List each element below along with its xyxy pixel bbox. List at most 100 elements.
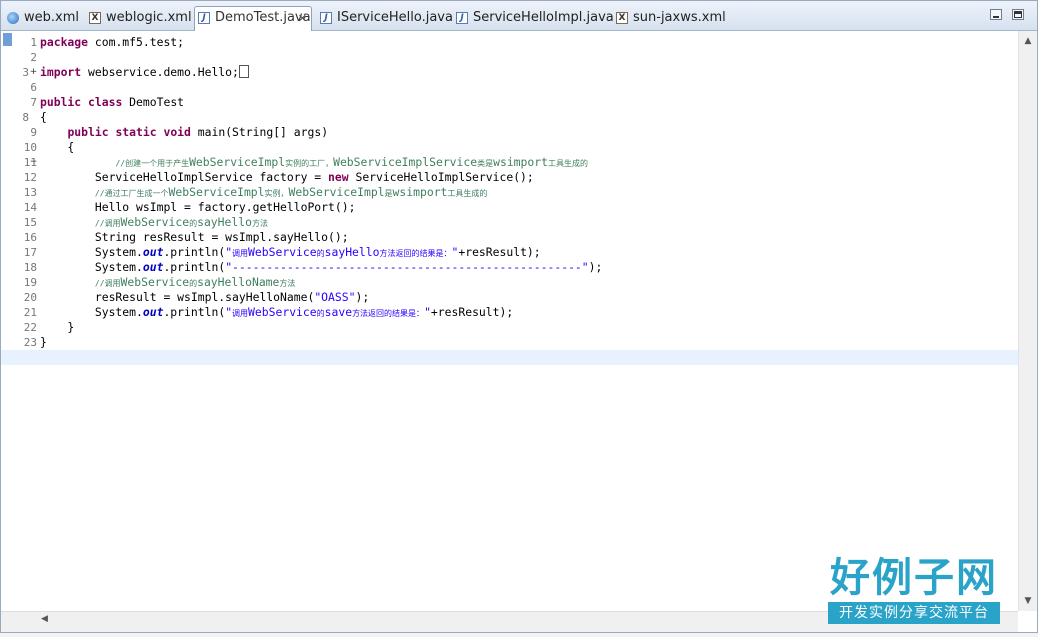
line-number: 22 [23,321,37,334]
string-text: 调用 [232,249,249,258]
code-token: ServiceHelloImplService factory = [40,170,329,184]
code-token: +resResult); [430,305,514,319]
code-line: System.out.println("调用WebService的sayHell… [40,245,1018,260]
comment-text: wsimport [493,155,548,169]
comment-text: 工具生成的 [547,159,588,168]
field-token: out [142,245,164,259]
comment-line: //调用WebService的sayHello方法 [40,215,1018,230]
string-text: 方法返回的结果是： [379,249,452,258]
comment-text: //调用 [94,219,121,228]
minimize-button[interactable] [990,9,1002,20]
tab-label: sun-jaxws.xml [633,10,726,25]
java-file-icon: J [320,12,332,24]
editor-tab-bar: web.xml X weblogic.xml J DemoTest.java ✕… [1,1,1037,31]
comment-text: 方法 [279,279,296,288]
comment-text: 的 [189,279,198,288]
code-token: com.mf5.test; [88,35,185,49]
globe-icon [7,12,19,24]
line-number: 16 [23,231,37,244]
code-token: resResult = wsImpl.sayHelloName( [40,290,315,304]
code-text: package com.mf5.test; import webservice.… [1,35,1018,365]
fold-collapse-icon[interactable]: − [29,158,38,167]
code-line: { [40,110,47,124]
string-literal: "调用WebService的sayHello方法返回的结果是：" [225,245,458,259]
code-token: ServiceHelloImplService(); [348,170,534,184]
fold-expand-icon[interactable]: + [29,68,38,77]
comment-text: WebServiceImpl [168,185,265,199]
site-logo: 好例子网 开发实例分享交流平台 [828,555,1000,627]
keyword: class [88,95,123,109]
code-token: DemoTest [122,95,185,109]
code-token: webservice.demo.Hello; [81,65,239,79]
string-literal: "调用WebService的save方法返回的结果是：" [225,305,431,319]
current-line-marker [3,33,12,46]
string-text: 方法返回的结果是： [352,309,425,318]
line-number: 20 [23,291,37,304]
code-token: System. [40,305,143,319]
string-text: 调用 [232,309,249,318]
code-line: System.out.println("--------------------… [40,260,1018,275]
string-literal: "OASS" [314,290,356,304]
keyword: new [328,170,349,184]
tab-label: weblogic.xml [106,10,192,25]
tab-servicehelloimpl-java[interactable]: J ServiceHelloImpl.java [452,6,614,30]
scroll-left-icon[interactable]: ◀ [41,614,48,624]
tab-iservicehello-java[interactable]: J IServiceHello.java [316,6,453,30]
comment-text: //通过工厂生成一个 [94,189,169,198]
tab-sun-jaxws-xml[interactable]: X sun-jaxws.xml [612,6,726,30]
code-token: +resResult); [458,245,541,259]
code-token: System. [40,245,143,259]
tab-demotest-java[interactable]: J DemoTest.java ✕ [194,6,312,31]
comment-text: WebService [120,275,190,289]
code-line: public static void main(String[] args) [40,125,1018,140]
string-literal: "---------------------------------------… [225,260,589,274]
collapsed-imports-icon[interactable] [238,65,249,78]
editor-window: web.xml X weblogic.xml J DemoTest.java ✕… [0,0,1038,636]
scroll-up-icon[interactable]: ▲ [1019,33,1037,49]
xml-file-icon: X [89,12,101,24]
line-number: 15 [23,216,37,229]
line-number: 23 [23,336,37,349]
code-line: ServiceHelloImplService factory = new Se… [40,170,1018,185]
keyword: package [40,35,89,49]
string-text: " [424,305,431,319]
overview-ruler-left [1,31,13,611]
field-token: out [142,305,164,319]
keyword: public [40,95,82,109]
code-line: import webservice.demo.Hello; [40,65,1018,80]
vertical-scrollbar[interactable]: ▲ ▼ [1018,31,1037,611]
tab-label: ServiceHelloImpl.java [473,10,614,25]
comment-text: 实例的工厂， [285,159,334,168]
string-text: WebService [248,245,317,259]
line-number: 19 [23,276,37,289]
close-icon[interactable]: ✕ [298,8,307,30]
code-token: .println( [163,260,226,274]
code-token: .println( [163,245,226,259]
string-text: 的 [316,309,325,318]
field-token: out [142,260,164,274]
code-token: ); [588,260,603,274]
line-number: 6 [30,81,37,94]
comment-text: sayHello [197,215,252,229]
maximize-button[interactable] [1012,9,1024,20]
tab-label: IServiceHello.java [337,10,453,25]
tab-web-xml[interactable]: web.xml [3,6,83,30]
comment-text: 方法 [251,219,268,228]
comment-text: WebServiceImplService [333,155,478,169]
comment-text: 是 [384,189,393,198]
code-line: } [40,335,47,349]
comment-text: sayHelloName [197,275,280,289]
code-line: } [40,320,75,334]
code-editor[interactable]: 1 2 3 6 7 8 9 10 11 12 13 14 15 16 17 18… [1,31,1018,611]
string-text: save [324,305,353,319]
tab-weblogic-xml[interactable]: X weblogic.xml [85,6,192,30]
comment-text: wsimport [392,185,448,199]
code-line: Hello wsImpl = factory.getHelloPort(); [40,200,356,214]
code-line: package com.mf5.test; [40,35,1018,50]
line-number: 12 [23,171,37,184]
tab-label: DemoTest.java [215,10,311,25]
scroll-down-icon[interactable]: ▼ [1019,593,1037,609]
string-text: 的 [316,249,325,258]
keyword: void [163,125,191,139]
comment-text: //创建一个用于产生 [115,159,190,168]
